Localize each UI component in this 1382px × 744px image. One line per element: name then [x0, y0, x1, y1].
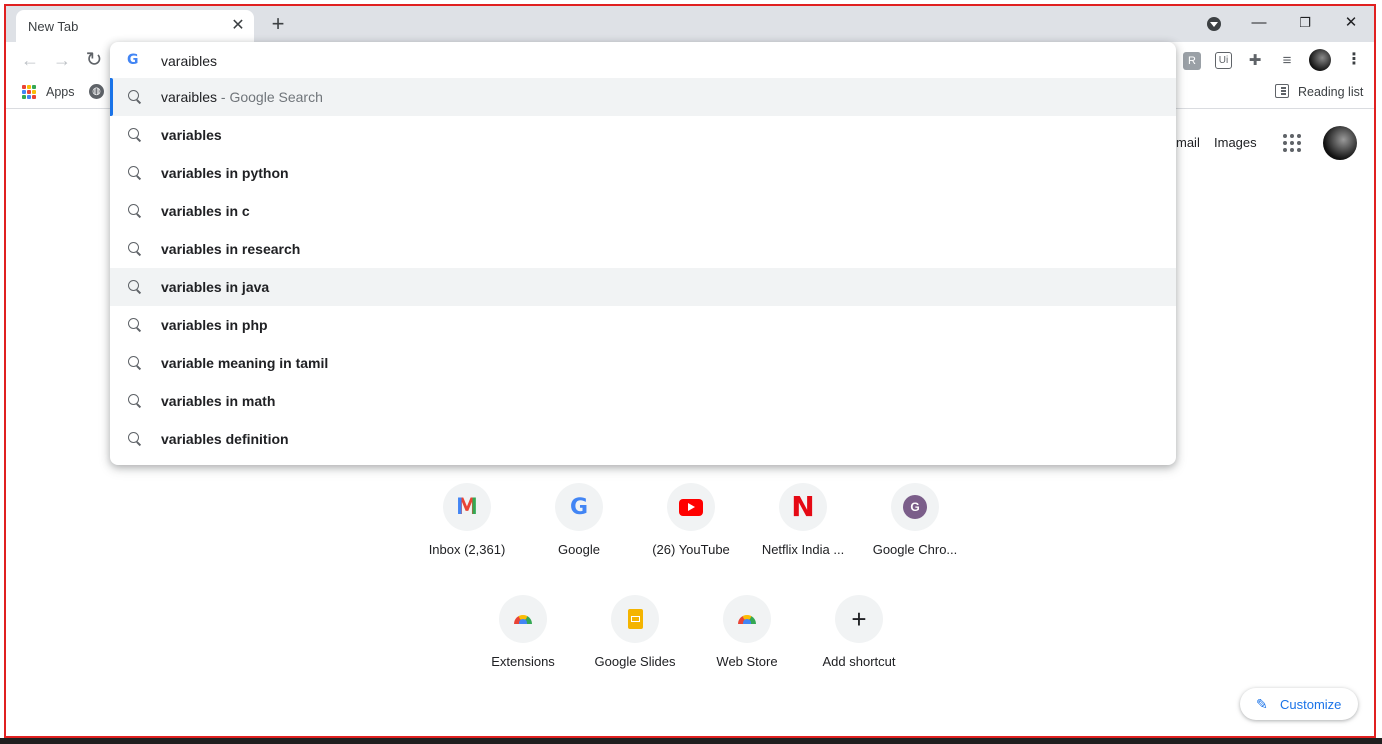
suggestion-item[interactable]: variable meaning in tamil [110, 344, 1176, 382]
shortcut-label: Google Chro... [872, 542, 958, 557]
taskbar [0, 738, 1382, 744]
suggestion-item[interactable]: variables in math [110, 382, 1176, 420]
shortcut-tile[interactable]: Extensions [467, 595, 579, 695]
suggestion-text: variables [161, 127, 222, 143]
netflix-icon: N [779, 483, 827, 531]
suggestion-text: variables in research [161, 241, 301, 257]
search-icon [128, 280, 139, 291]
reading-list-icon[interactable] [1275, 84, 1289, 98]
suggestion-item[interactable]: variables in php [110, 306, 1176, 344]
chrome-web-store-icon [499, 595, 547, 643]
suggestion-item[interactable]: variables [110, 116, 1176, 154]
search-icon [128, 394, 139, 405]
customize-label: Customize [1280, 697, 1342, 712]
images-link[interactable]: Images [1214, 135, 1257, 150]
search-icon [128, 356, 139, 367]
extension-ui-icon[interactable]: Ui [1215, 52, 1232, 69]
extension-r-icon[interactable]: R [1183, 52, 1201, 70]
suggestion-item[interactable]: variables in research [110, 230, 1176, 268]
restore-button[interactable]: ❐ [1293, 12, 1317, 36]
suggestion-search-query[interactable]: varaibles - Google Search [110, 78, 1176, 116]
suggestion-item[interactable]: variables in python [110, 154, 1176, 192]
tab-title: New Tab [28, 19, 79, 34]
suggestion-text: variable meaning in tamil [161, 355, 329, 371]
globe-icon[interactable]: ◍ [89, 84, 104, 99]
slides-icon [611, 595, 659, 643]
minimize-button[interactable]: — [1247, 12, 1271, 36]
close-window-button[interactable]: ✕ [1339, 12, 1363, 36]
tab-close-icon[interactable]: ✕ [228, 16, 248, 36]
suggestion-text: variables in php [161, 317, 268, 333]
chrome-menu-button[interactable]: ⋮ [1344, 50, 1364, 70]
suggestion-text: variables definition [161, 431, 289, 447]
search-icon [128, 432, 139, 443]
puzzle-icon[interactable]: ✚ [1246, 52, 1264, 70]
shortcut-label: Inbox (2,361) [428, 542, 506, 557]
shortcut-tile[interactable]: M Inbox (2,361) [411, 483, 523, 583]
suggestion-text: variables in c [161, 203, 250, 219]
omnibox-input[interactable]: G varaibles [110, 42, 1176, 78]
chrome-web-store-icon [723, 595, 771, 643]
suggestion-item[interactable]: variables in java [110, 268, 1176, 306]
pencil-icon: ✎ [1256, 696, 1268, 712]
back-button[interactable]: ← [18, 48, 42, 72]
tab-strip: New Tab ✕ + — ❐ ✕ [6, 6, 1376, 42]
suggestion-text: varaibles - Google Search [161, 89, 323, 105]
youtube-icon [667, 483, 715, 531]
shortcut-label: Web Store [716, 654, 778, 669]
gmail-link[interactable]: mail [1176, 135, 1200, 150]
shortcut-label: Google Slides [594, 654, 676, 669]
tab-search-icon[interactable] [1207, 17, 1221, 31]
suggestion-text: variables in java [161, 279, 270, 295]
search-icon [128, 90, 139, 101]
media-icon[interactable]: ≡ [1278, 52, 1296, 70]
forward-button[interactable]: → [50, 48, 74, 72]
shortcut-label: Extensions [491, 654, 555, 669]
customize-button[interactable]: ✎ Customize [1240, 688, 1358, 720]
omnibox-query[interactable]: varaibles [161, 53, 217, 69]
shortcut-label: Netflix India ... [761, 542, 845, 557]
shortcut-label: (26) YouTube [652, 542, 730, 557]
search-icon [128, 318, 139, 329]
shortcut-label: Google [558, 542, 600, 557]
gmail-icon: M [443, 483, 491, 531]
tab-new-tab[interactable]: New Tab ✕ [16, 10, 254, 42]
search-icon [128, 166, 139, 177]
shortcut-label: Add shortcut [822, 654, 896, 669]
suggestion-text: variables in python [161, 165, 289, 181]
shortcut-tile[interactable]: N Netflix India ... [747, 483, 859, 583]
shortcut-tile[interactable]: Web Store [691, 595, 803, 695]
new-tab-button[interactable]: + [266, 13, 290, 37]
google-g-icon: G [127, 52, 139, 68]
reload-button[interactable]: ↻ [82, 48, 106, 72]
add-shortcut-tile[interactable]: + Add shortcut [803, 595, 915, 695]
search-icon [128, 128, 139, 139]
shortcut-tile[interactable]: Google Slides [579, 595, 691, 695]
plus-icon: + [835, 595, 883, 643]
google-icon: G [555, 483, 603, 531]
shortcut-tile[interactable]: G Google [523, 483, 635, 583]
omnibox-dropdown: G varaibles varaibles - Google Search va… [110, 42, 1176, 465]
letter-g-icon: G [891, 483, 939, 531]
account-avatar[interactable] [1323, 126, 1357, 160]
google-apps-icon[interactable] [1283, 134, 1301, 152]
shortcut-tile[interactable]: G Google Chro... [859, 483, 971, 583]
reading-list-button[interactable]: Reading list [1298, 85, 1363, 99]
suggestion-text: variables in math [161, 393, 276, 409]
suggestion-item[interactable]: variables definition [110, 420, 1176, 458]
search-icon [128, 242, 139, 253]
profile-avatar[interactable] [1309, 49, 1331, 71]
suggestion-item[interactable]: variables in c [110, 192, 1176, 230]
search-icon [128, 204, 139, 215]
apps-grid-icon[interactable] [22, 85, 36, 99]
apps-bookmark[interactable]: Apps [46, 85, 75, 99]
shortcut-tile[interactable]: (26) YouTube [635, 483, 747, 583]
